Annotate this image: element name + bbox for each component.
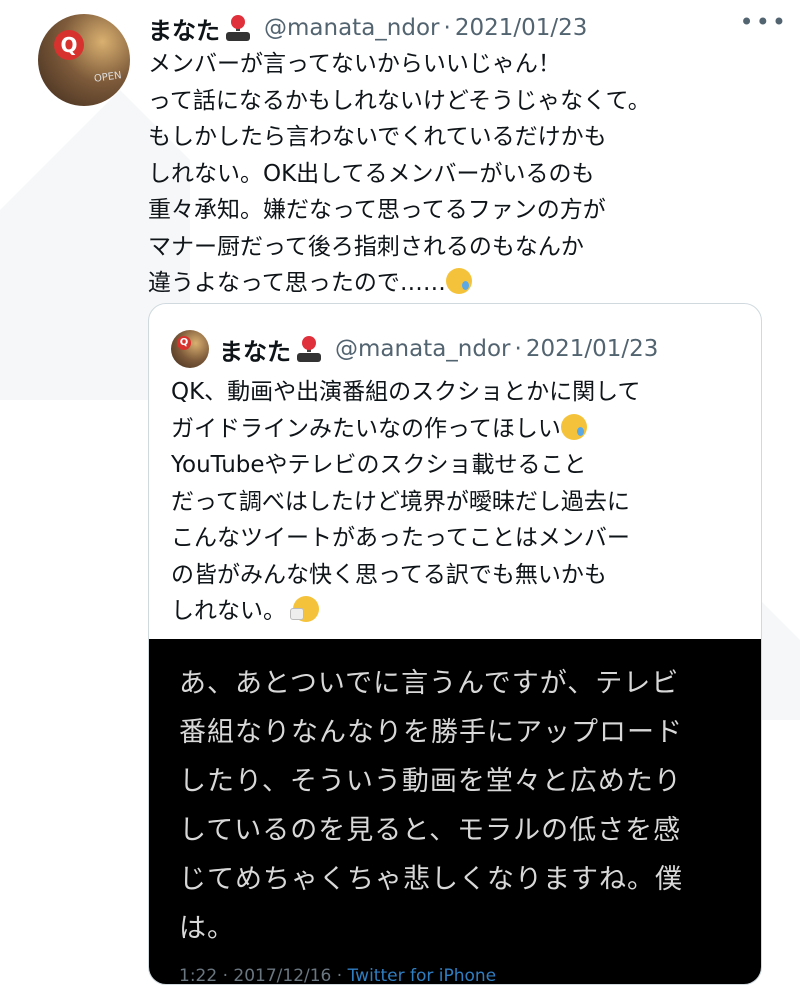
quoted-author-avatar: Q	[171, 330, 209, 368]
image-screenshot-text: あ、あとついでに言うんですが、テレビ 番組なりなんなりを勝手にアップロード した…	[179, 668, 683, 944]
avatar-sign-text: OPEN	[93, 70, 123, 85]
face-holding-back-tears-icon	[560, 413, 587, 440]
face-holding-back-tears-icon	[445, 268, 472, 294]
date-separator: ·	[443, 15, 451, 41]
quoted-tweet-date: 2021/01/23	[525, 336, 659, 362]
image-footer-time-date: 1:22 · 2017/12/16 ·	[179, 966, 348, 985]
quoted-tweet-card[interactable]: Q まなた @manata_ndor · 2021/01/23 QK、動画や出演…	[148, 303, 762, 985]
tweet-date[interactable]: 2021/01/23	[455, 15, 588, 41]
quoted-author-name: まなた	[219, 337, 291, 366]
quoted-tweet-image[interactable]: あ、あとついでに言うんですが、テレビ 番組なりなんなりを勝手にアップロード した…	[149, 639, 761, 984]
joystick-icon	[297, 336, 321, 362]
quoted-author-handle: @manata_ndor	[335, 336, 511, 362]
avatar-logo: Q	[177, 336, 191, 350]
quoted-tweet-header: Q まなた @manata_ndor · 2021/01/23	[171, 330, 658, 368]
author-avatar[interactable]: Q OPEN	[38, 14, 130, 106]
tweet-body: メンバーが言ってないからいいじゃん！ って話になるかもしれないけどそうじゃなくて…	[148, 46, 758, 302]
tweet-text: メンバーが言ってないからいいじゃん！ って話になるかもしれないけどそうじゃなくて…	[148, 51, 651, 296]
author-name[interactable]: まなた	[148, 11, 220, 46]
author-handle[interactable]: @manata_ndor	[264, 15, 440, 41]
more-options-icon[interactable]: •••	[740, 8, 788, 36]
sneezing-face-icon	[290, 596, 320, 622]
avatar-logo: Q	[54, 30, 84, 60]
image-footer-app: Twitter for iPhone	[347, 966, 497, 985]
tweet-header: まなた @manata_ndor · 2021/01/23	[148, 10, 784, 46]
quoted-text-part2: YouTubeやテレビのスクショ載せること だって調べはしたけど境界が曖昧だし過…	[171, 452, 630, 624]
quoted-tweet-body: QK、動画や出演番組のスクショとかに関して ガイドラインみたいなの作ってほしい …	[171, 374, 741, 630]
image-screenshot-footer: 1:22 · 2017/12/16 · Twitter for iPhone	[179, 966, 497, 985]
date-separator: ·	[514, 336, 522, 362]
joystick-icon	[226, 15, 250, 41]
